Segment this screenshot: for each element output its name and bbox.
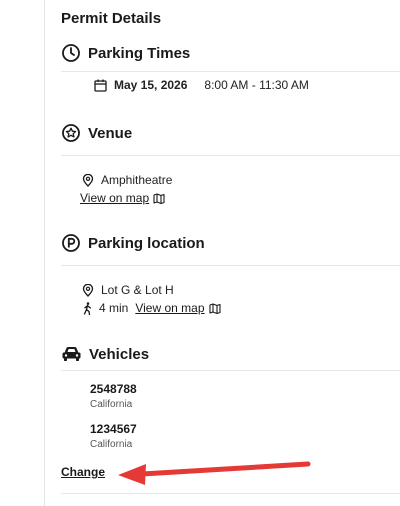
walking-person-icon	[82, 301, 93, 315]
walk-time-row: 4 min View on map	[82, 301, 221, 315]
venue-map-row[interactable]: View on map	[80, 191, 165, 205]
venue-name-row: Amphitheatre	[82, 173, 172, 187]
parking-location-heading: Parking location	[88, 234, 205, 252]
venue-view-on-map-link[interactable]: View on map	[80, 191, 149, 205]
venue-heading: Venue	[88, 124, 133, 142]
vehicles-header: Vehicles	[61, 342, 149, 366]
map-icon	[208, 302, 221, 314]
section-divider	[61, 265, 400, 266]
parking-lots-row: Lot G & Lot H	[82, 283, 174, 297]
change-vehicles-link[interactable]: Change	[61, 465, 105, 479]
calendar-icon	[94, 79, 107, 92]
walk-time: 4 min	[99, 301, 129, 315]
map-icon	[153, 192, 165, 204]
parking-lots: Lot G & Lot H	[101, 283, 174, 297]
location-pin-icon	[82, 283, 94, 297]
parking-time-row: May 15, 2026 8:00 AM - 11:30 AM	[94, 78, 309, 92]
section-divider	[61, 71, 400, 72]
vehicle-plate: 1234567	[90, 422, 137, 436]
car-icon	[61, 345, 82, 363]
parking-times-header: Parking Times	[61, 41, 190, 65]
vehicle-state: California	[90, 439, 133, 450]
vehicle-state: California	[90, 399, 133, 410]
clock-icon	[61, 43, 81, 63]
parking-view-on-map-link[interactable]: View on map	[135, 301, 204, 315]
venue-header: Venue	[61, 121, 132, 145]
permit-time-range: 8:00 AM - 11:30 AM	[204, 78, 309, 92]
venue-name: Amphitheatre	[101, 173, 173, 187]
permit-date: May 15, 2026	[114, 78, 188, 92]
vehicles-heading: Vehicles	[89, 345, 150, 363]
page-title: Permit Details	[61, 10, 162, 27]
parking-p-icon	[61, 233, 81, 253]
section-divider	[61, 493, 400, 494]
parking-location-header: Parking location	[61, 231, 205, 255]
section-divider	[61, 370, 400, 371]
vehicle-plate: 2548788	[90, 382, 137, 396]
permit-details-page: Permit Details Parking Times May 15, 202…	[0, 0, 400, 506]
section-divider	[61, 155, 400, 156]
location-pin-icon	[82, 173, 94, 187]
star-badge-icon	[61, 123, 81, 143]
parking-times-heading: Parking Times	[88, 44, 191, 62]
annotation-arrow-icon	[118, 461, 311, 485]
